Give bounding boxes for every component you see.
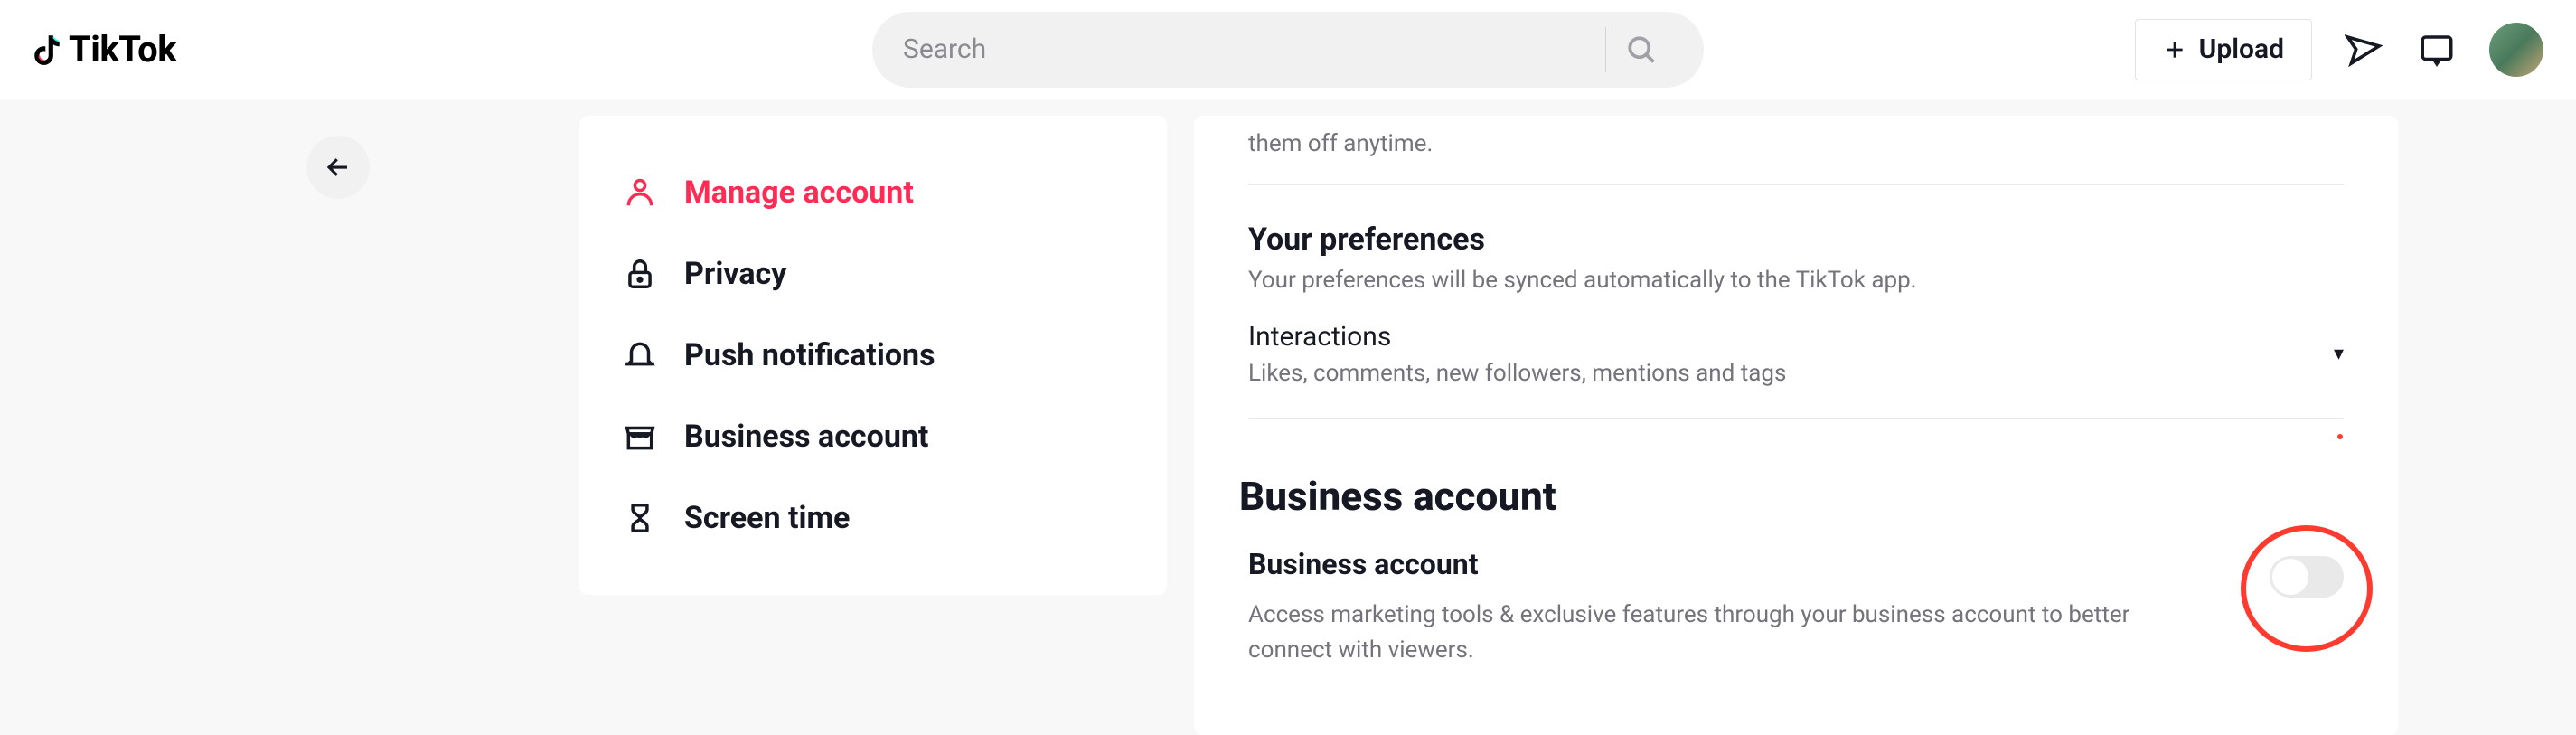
business-toggle-wrap xyxy=(2270,547,2344,598)
chevron-down-icon: ▾ xyxy=(2334,343,2344,365)
inbox-icon xyxy=(2418,31,2456,69)
bell-icon xyxy=(621,336,659,374)
upload-label: Upload xyxy=(2199,33,2284,65)
search-container xyxy=(872,12,1704,88)
header-actions: Upload xyxy=(2135,19,2543,80)
search-icon xyxy=(1625,33,1658,66)
sidebar-item-label: Screen time xyxy=(684,500,850,536)
arrow-left-icon xyxy=(324,154,352,181)
inbox-button[interactable] xyxy=(2417,30,2457,70)
search-input[interactable] xyxy=(903,33,1591,65)
search-button[interactable] xyxy=(1610,18,1673,81)
search-divider xyxy=(1605,27,1606,72)
business-heading: Business account xyxy=(1239,473,2344,520)
sidebar-item-label: Manage account xyxy=(684,174,914,211)
storefront-icon xyxy=(621,418,659,456)
settings-sidebar: Manage account Privacy Push notification… xyxy=(579,116,1167,595)
avatar[interactable] xyxy=(2489,23,2543,77)
interactions-title: Interactions xyxy=(1248,321,1786,353)
main-panel: them off anytime. Your preferences Your … xyxy=(1194,116,2398,735)
content-area: Manage account Privacy Push notification… xyxy=(0,99,2576,735)
sidebar-item-privacy[interactable]: Privacy xyxy=(579,233,1167,315)
back-button[interactable] xyxy=(306,136,370,199)
preferences-title: Your preferences xyxy=(1248,221,2344,258)
toggle-thumb xyxy=(2272,559,2308,595)
sidebar-item-business-account[interactable]: Business account xyxy=(579,396,1167,477)
annotation-dot xyxy=(2337,434,2343,439)
truncated-description: them off anytime. xyxy=(1248,116,2344,185)
sidebar-item-label: Business account xyxy=(684,419,928,455)
business-text: Business account Access marketing tools … xyxy=(1248,547,2270,668)
user-icon xyxy=(621,174,659,212)
messages-button[interactable] xyxy=(2345,30,2384,70)
tiktok-note-icon xyxy=(33,32,65,68)
sidebar-item-screen-time[interactable]: Screen time xyxy=(579,477,1167,559)
sidebar-item-push-notifications[interactable]: Push notifications xyxy=(579,315,1167,396)
interactions-text: Interactions Likes, comments, new follow… xyxy=(1248,321,1786,387)
sidebar-item-label: Privacy xyxy=(684,256,786,292)
logo-text: TikTok xyxy=(69,28,176,71)
sidebar-item-label: Push notifications xyxy=(684,337,935,373)
app-header: TikTok Upload xyxy=(0,0,2576,99)
hourglass-icon xyxy=(621,499,659,537)
interactions-row[interactable]: Interactions Likes, comments, new follow… xyxy=(1248,294,2344,419)
business-item-desc: Access marketing tools & exclusive featu… xyxy=(1248,598,2215,668)
plus-icon xyxy=(2163,38,2186,61)
business-item-title: Business account xyxy=(1248,547,2215,581)
tiktok-logo[interactable]: TikTok xyxy=(33,28,176,71)
business-account-row: Business account Access marketing tools … xyxy=(1248,547,2344,699)
send-icon xyxy=(2345,30,2384,70)
lock-icon xyxy=(621,255,659,293)
search-box[interactable] xyxy=(872,12,1704,88)
interactions-desc: Likes, comments, new followers, mentions… xyxy=(1248,360,1786,387)
upload-button[interactable]: Upload xyxy=(2135,19,2312,80)
preferences-subtitle: Your preferences will be synced automati… xyxy=(1248,267,2344,294)
business-toggle[interactable] xyxy=(2270,556,2344,598)
sidebar-item-manage-account[interactable]: Manage account xyxy=(579,152,1167,233)
